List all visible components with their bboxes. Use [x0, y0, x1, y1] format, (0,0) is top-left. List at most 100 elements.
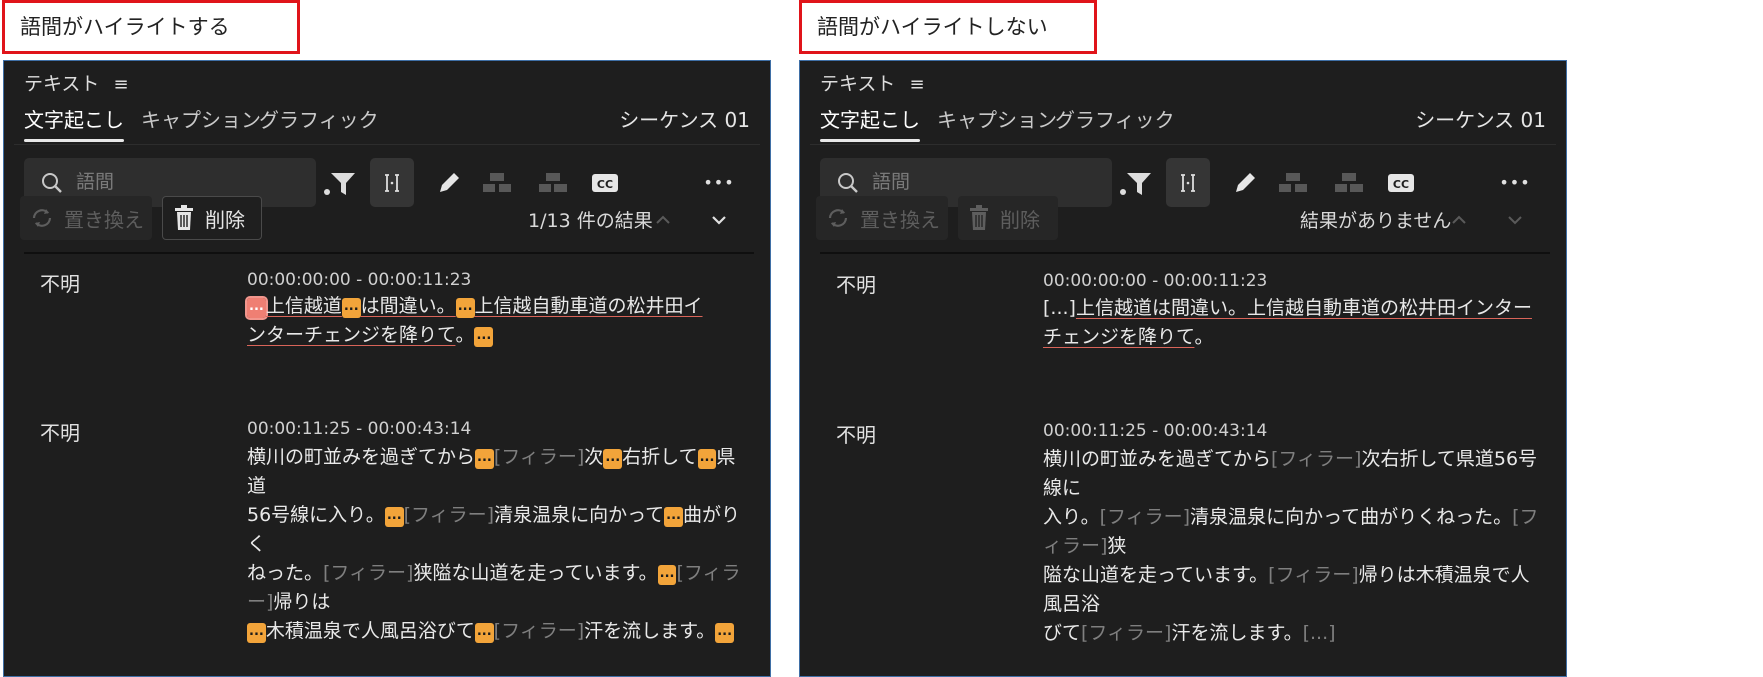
panel-title: テキスト ≡ — [820, 73, 925, 95]
chevron-down-icon[interactable] — [710, 211, 728, 229]
gap-marker[interactable]: ... — [474, 327, 494, 347]
filler-tag[interactable]: [フィラー] — [1268, 564, 1358, 586]
panel-menu-icon[interactable]: ≡ — [909, 74, 924, 95]
gap-marker[interactable]: ... — [697, 449, 717, 469]
captions-button[interactable]: CC — [588, 158, 622, 207]
transcript-word[interactable]: 汗を流します。 — [584, 620, 715, 642]
gap-marker[interactable]: ... — [657, 565, 677, 585]
gap-toggle-button[interactable] — [1166, 158, 1210, 207]
timecode: 00:00:11:25 - 00:00:43:14 — [247, 419, 472, 439]
chevron-up-icon[interactable] — [1450, 211, 1468, 229]
transcript-word[interactable]: 汗を流します。 — [1171, 622, 1302, 644]
chevron-up-icon[interactable] — [654, 211, 672, 229]
transcript-word[interactable]: 木積温泉で人風呂浴びて — [266, 620, 475, 642]
transcript-word[interactable]: 56号線に入り。 — [247, 504, 385, 526]
gap-marker[interactable]: ... — [603, 449, 623, 469]
split-button[interactable] — [1276, 158, 1310, 207]
transcript-word[interactable]: 帰りは — [273, 591, 330, 613]
more-options-icon[interactable]: ••• — [1497, 158, 1533, 207]
captions-button[interactable]: CC — [1384, 158, 1418, 207]
tab-graphics[interactable]: グラフィック — [259, 104, 379, 133]
pencil-icon — [1236, 172, 1255, 192]
transcript-word[interactable]: 上信越自動車道の松井田イ — [475, 295, 703, 317]
transcript-word[interactable]: 上信越道は間違い。上信越自動車道の松井田インター — [1076, 297, 1532, 319]
speaker-label[interactable]: 不明 — [836, 419, 876, 448]
transcript-word[interactable]: は間違い。 — [361, 295, 456, 317]
transcript-word[interactable]: 隘な山道を走っています。 — [1043, 564, 1268, 586]
transcript-word[interactable]: ンターチェンジを降りて — [247, 324, 455, 346]
toolbar-divider — [24, 252, 754, 254]
search-input[interactable] — [74, 166, 298, 198]
gap-marker[interactable]: ... — [455, 298, 475, 318]
gap-marker[interactable]: ... — [341, 298, 361, 318]
transcript-word[interactable]: 狭隘な山道を走っています。 — [413, 562, 657, 584]
filler-tag[interactable]: [フィラー] — [1100, 506, 1190, 528]
gap-marker[interactable]: ... — [384, 507, 404, 527]
transcript-word[interactable]: 次 — [584, 446, 603, 468]
filler-tag[interactable]: [フィラー] — [404, 504, 494, 526]
filter-button[interactable] — [320, 158, 360, 207]
speaker-label[interactable]: 不明 — [836, 269, 876, 298]
transcript-word[interactable]: 入り。 — [1043, 506, 1100, 528]
gap-marker-selected[interactable]: ... — [245, 296, 268, 320]
transcript-word[interactable]: 清泉温泉に向かって曲がりくねった。 — [1190, 506, 1512, 528]
transcript-word[interactable]: 。 — [455, 324, 474, 346]
transcript-word[interactable]: ねった。 — [247, 562, 323, 584]
gap-marker[interactable]: ... — [474, 623, 494, 643]
transcript-word[interactable]: 。 — [1194, 326, 1213, 348]
filler-tag[interactable]: [フィラー] — [494, 620, 584, 642]
replace-button[interactable]: 置き換え — [20, 196, 152, 240]
gap-marker[interactable]: ... — [664, 507, 683, 527]
transcript-block[interactable]: ... 上信越道... は間違い。... 上信越自動車道の松井田イ ンターチェンジを降り… — [245, 292, 747, 350]
filter-button[interactable] — [1116, 158, 1156, 207]
search-result-count: 1/13 件の結果 — [528, 210, 653, 232]
speaker-label[interactable]: 不明 — [40, 417, 80, 446]
delete-button[interactable]: 削除 — [958, 196, 1058, 240]
transcript-word[interactable]: びて — [1043, 622, 1081, 644]
gap-toggle-button[interactable] — [370, 158, 414, 207]
edit-button[interactable] — [432, 158, 466, 207]
transcript-word[interactable]: 狭 — [1107, 535, 1126, 557]
split-button[interactable] — [480, 158, 514, 207]
tab-captions[interactable]: キャプション — [937, 104, 1057, 133]
filler-tag[interactable]: [フィラー] — [1081, 622, 1171, 644]
transcript-block[interactable]: [...]上信越道は間違い。上信越自動車道の松井田インターチェンジを降りて。 — [1043, 294, 1548, 352]
transcript-word[interactable]: 右折して — [622, 446, 697, 468]
transcript-block[interactable]: 横川の町並みを過ぎてから... [フィラー]次... 右折して... 県道 56号線に… — [247, 443, 747, 646]
transcript-block[interactable]: 横川の町並みを過ぎてから[フィラー]次右折して県道56号線に 入り。[フィラー]… — [1043, 445, 1548, 648]
gap-marker[interactable]: [...] — [1043, 297, 1076, 319]
chevron-down-icon[interactable] — [1506, 211, 1524, 229]
filler-tag[interactable]: [フィラー] — [323, 562, 413, 584]
sequence-name: シーケンス 01 — [1415, 108, 1546, 132]
gap-marker[interactable]: [...] — [1303, 622, 1336, 644]
gap-marker[interactable]: ... — [247, 623, 266, 643]
filler-tag[interactable]: [フィラー] — [494, 446, 584, 468]
panel-menu-icon[interactable]: ≡ — [113, 74, 128, 95]
edit-button[interactable] — [1228, 158, 1262, 207]
replace-button[interactable]: 置き換え — [816, 196, 948, 240]
tab-transcript[interactable]: 文字起こし — [820, 104, 920, 142]
replace-icon — [828, 209, 848, 227]
transcript-word[interactable]: 横川の町並みを過ぎてから — [1043, 448, 1271, 470]
merge-button[interactable] — [536, 158, 570, 207]
delete-button[interactable]: 削除 — [162, 196, 262, 240]
replace-icon — [32, 209, 52, 227]
replace-label: 置き換え — [860, 207, 940, 232]
tab-graphics[interactable]: グラフィック — [1055, 104, 1175, 133]
transcript-word[interactable]: チェンジを降りて — [1043, 326, 1194, 348]
speaker-label[interactable]: 不明 — [40, 268, 80, 297]
search-result-count: 結果がありません — [1300, 210, 1452, 232]
transcript-word[interactable]: 横川の町並みを過ぎてから — [247, 446, 475, 468]
transcript-word[interactable]: 上信越道 — [266, 295, 342, 317]
gap-marker[interactable]: ... — [715, 623, 735, 643]
gap-marker[interactable]: ... — [475, 449, 494, 469]
toolbar-divider — [820, 252, 1550, 254]
transcript-word[interactable]: 清泉温泉に向かって — [494, 504, 664, 526]
more-options-icon[interactable]: ••• — [701, 158, 737, 207]
tab-bar: 文字起こし キャプション グラフィック シーケンス 01 — [820, 104, 1546, 144]
tab-transcript[interactable]: 文字起こし — [24, 104, 124, 142]
filler-tag[interactable]: [フィラー] — [1271, 448, 1361, 470]
tab-captions[interactable]: キャプション — [141, 104, 261, 133]
merge-button[interactable] — [1332, 158, 1366, 207]
search-input[interactable] — [870, 166, 1094, 198]
